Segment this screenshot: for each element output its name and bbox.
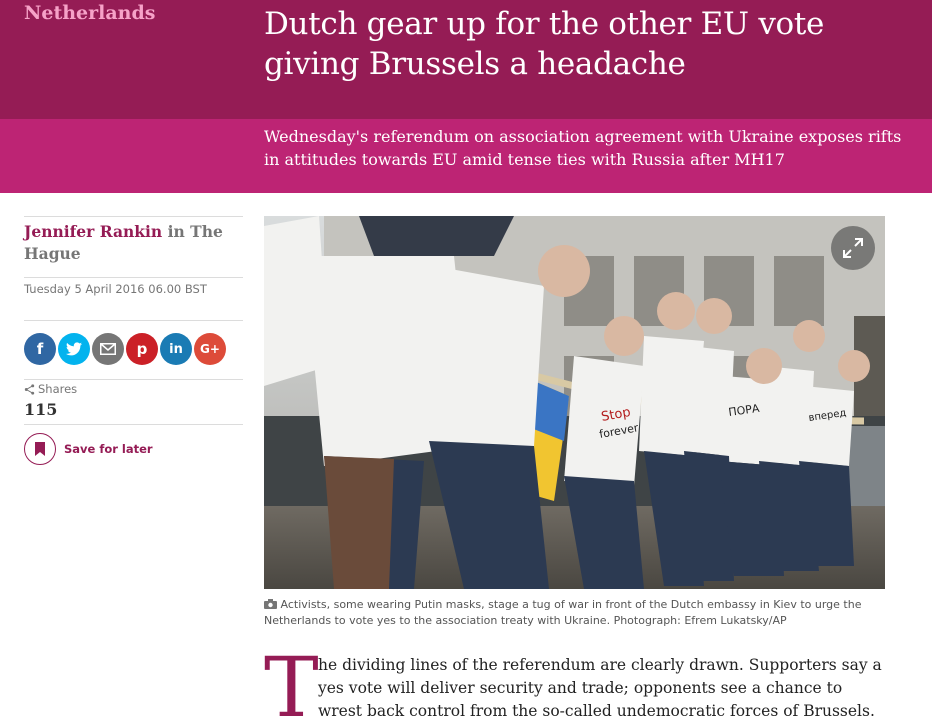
share-icon [24, 383, 35, 395]
shares-count: 115 [24, 400, 58, 419]
facebook-icon: f [36, 340, 44, 358]
camera-icon [264, 599, 277, 609]
section-link-netherlands[interactable]: Netherlands [24, 2, 155, 24]
pinterest-icon: p [136, 340, 148, 358]
expand-icon [843, 238, 863, 258]
facebook-share-button[interactable]: f [24, 333, 56, 365]
google-plus-share-button[interactable]: G+ [194, 333, 226, 365]
email-share-button[interactable] [92, 333, 124, 365]
byline: Jennifer Rankin in The Hague [24, 217, 243, 277]
twitter-icon [66, 342, 82, 356]
publication-date: Tuesday 5 April 2016 06.00 BST [24, 282, 207, 296]
save-for-later-button[interactable]: Save for later [24, 425, 243, 465]
drop-cap: T [264, 641, 319, 727]
shares-label-text: Shares [38, 382, 78, 396]
save-for-later-label: Save for later [64, 442, 153, 456]
bookmark-icon [35, 442, 45, 456]
article-meta: Jennifer Rankin in The Hague Tuesday 5 A… [24, 216, 243, 465]
tug-of-war-photo: Stop forever ПОРА вперед [264, 216, 885, 589]
author-link[interactable]: Jennifer Rankin [24, 222, 162, 241]
google-plus-icon: G+ [200, 342, 220, 356]
save-icon-circle [24, 433, 56, 465]
share-buttons: f p in G+ [24, 321, 243, 379]
twitter-share-button[interactable] [58, 333, 90, 365]
email-icon [100, 343, 116, 355]
pinterest-share-button[interactable]: p [126, 333, 158, 365]
headline: Dutch gear up for the other EU vote givi… [264, 6, 825, 82]
byline-in: in [167, 222, 185, 241]
caption-text: Activists, some wearing Putin masks, sta… [264, 598, 862, 627]
linkedin-share-button[interactable]: in [160, 333, 192, 365]
first-paragraph: he dividing lines of the referendum are … [318, 656, 882, 727]
photo-caption: Activists, some wearing Putin masks, sta… [264, 597, 885, 629]
article-body: T he dividing lines of the referendum ar… [264, 641, 888, 727]
standfirst: Wednesday's referendum on association ag… [264, 127, 902, 169]
expand-image-button[interactable] [831, 226, 875, 270]
article-photo[interactable]: Stop forever ПОРА вперед [264, 216, 885, 589]
linkedin-icon: in [169, 341, 183, 357]
shares-label: Shares [24, 380, 243, 396]
